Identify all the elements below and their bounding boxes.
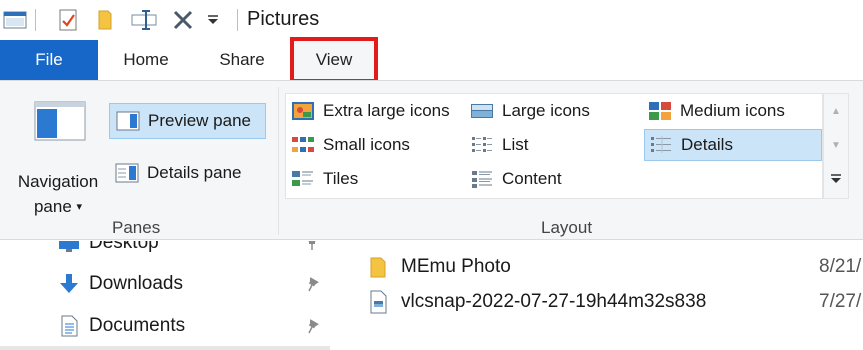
navigation-pane-button[interactable]: Navigation pane ▾ <box>8 95 108 223</box>
navigation-pane-scrollbar[interactable] <box>0 346 330 350</box>
desktop-icon <box>59 241 79 252</box>
content-icon <box>472 171 492 188</box>
download-arrow-icon <box>60 274 78 293</box>
tiles-icon <box>292 171 313 186</box>
file-date: 7/27/ <box>819 291 862 312</box>
navigation-pane-label-line2: pane ▾ <box>8 197 108 217</box>
layout-list[interactable]: List <box>466 129 642 161</box>
layout-large-icons[interactable]: Large icons <box>466 95 642 127</box>
gallery-expand-icon[interactable] <box>824 162 848 196</box>
preview-pane-button[interactable]: Preview pane <box>109 103 266 139</box>
ribbon-tabs: File Home Share View <box>0 37 863 83</box>
preview-pane-icon <box>116 111 140 131</box>
file-name: vlcsnap-2022-07-27-19h44m32s838 <box>401 291 707 312</box>
title-separator <box>237 9 238 31</box>
medium-icons-icon <box>649 102 671 120</box>
tab-view[interactable]: View <box>290 37 378 83</box>
delete-icon[interactable] <box>170 7 196 33</box>
sidebar-item-label: Downloads <box>89 273 183 294</box>
pin-icon[interactable] <box>303 241 321 252</box>
navigation-pane: Desktop Downloads Documents <box>0 241 330 350</box>
sidebar-item-downloads[interactable]: Downloads <box>0 264 330 304</box>
chevron-down-icon: ▾ <box>76 201 83 213</box>
file-date: 8/21/ <box>819 256 862 277</box>
tiles-label: Tiles <box>323 169 359 188</box>
tab-file[interactable]: File <box>0 40 98 80</box>
list-icon <box>472 137 492 152</box>
layout-small-icons[interactable]: Small icons <box>287 129 463 161</box>
sidebar-item-documents[interactable]: Documents <box>0 306 330 346</box>
panes-group-label: Panes <box>112 218 161 237</box>
file-name: MEmu Photo <box>401 256 511 277</box>
window-title: Pictures <box>247 8 320 30</box>
new-folder-icon[interactable] <box>92 7 118 33</box>
navigation-pane-icon <box>34 101 86 141</box>
extra-large-icons-label: Extra large icons <box>323 101 450 120</box>
small-icons-icon <box>292 137 314 152</box>
customize-dropdown-icon[interactable] <box>203 7 223 33</box>
small-icons-label: Small icons <box>323 135 410 154</box>
details-label: Details <box>681 135 733 154</box>
layout-content[interactable]: Content <box>466 163 642 195</box>
layout-details[interactable]: Details <box>644 129 822 161</box>
pin-icon[interactable] <box>303 317 321 335</box>
file-list: MEmu Photo 8/21/ vlcsnap-2022-07-27-19h4… <box>330 241 863 350</box>
list-item[interactable]: MEmu Photo 8/21/ <box>330 250 863 284</box>
scroll-up-icon[interactable]: ▲ <box>824 94 848 128</box>
group-separator <box>278 87 279 235</box>
sidebar-item-desktop[interactable]: Desktop <box>0 241 330 263</box>
list-item[interactable]: vlcsnap-2022-07-27-19h44m32s838 7/27/ <box>330 285 863 319</box>
scroll-down-icon[interactable]: ▼ <box>824 128 848 162</box>
tab-home[interactable]: Home <box>98 40 194 80</box>
large-icons-icon <box>471 104 493 118</box>
rename-icon[interactable] <box>130 7 160 33</box>
preview-pane-label: Preview pane <box>148 111 252 130</box>
details-pane-button[interactable]: Details pane <box>109 155 266 191</box>
documents-icon <box>61 315 78 337</box>
navigation-pane-label-pane: pane <box>33 197 72 216</box>
content-label: Content <box>502 169 562 188</box>
folder-icon <box>370 257 386 278</box>
layout-extra-large-icons[interactable]: Extra large icons <box>287 95 463 127</box>
layout-gallery-scroller: ▲ ▼ <box>823 93 849 199</box>
image-file-icon <box>370 290 387 314</box>
details-icon <box>651 136 671 153</box>
medium-icons-label: Medium icons <box>680 101 785 120</box>
layout-medium-icons[interactable]: Medium icons <box>644 95 822 127</box>
large-icons-label: Large icons <box>502 101 590 120</box>
properties-icon[interactable] <box>55 7 81 33</box>
extra-large-icons-icon <box>292 102 314 120</box>
ribbon-view: Navigation pane ▾ Preview pane Details p… <box>0 80 863 240</box>
sidebar-item-label: Documents <box>89 315 186 336</box>
layout-tiles[interactable]: Tiles <box>287 163 463 195</box>
details-pane-icon <box>115 163 139 183</box>
app-icon[interactable] <box>2 7 28 33</box>
details-pane-label: Details pane <box>147 163 242 182</box>
list-label: List <box>502 135 529 154</box>
layout-group-label: Layout <box>541 218 593 237</box>
layout-gallery: Extra large icons Large icons Medium ico… <box>285 93 823 199</box>
navigation-pane-label: Navigation <box>17 172 99 191</box>
sidebar-item-label: Desktop <box>89 241 159 253</box>
pin-icon[interactable] <box>303 275 321 293</box>
toolbar-separator <box>35 9 36 31</box>
tab-share[interactable]: Share <box>194 40 290 80</box>
title-bar: Pictures <box>0 0 863 40</box>
